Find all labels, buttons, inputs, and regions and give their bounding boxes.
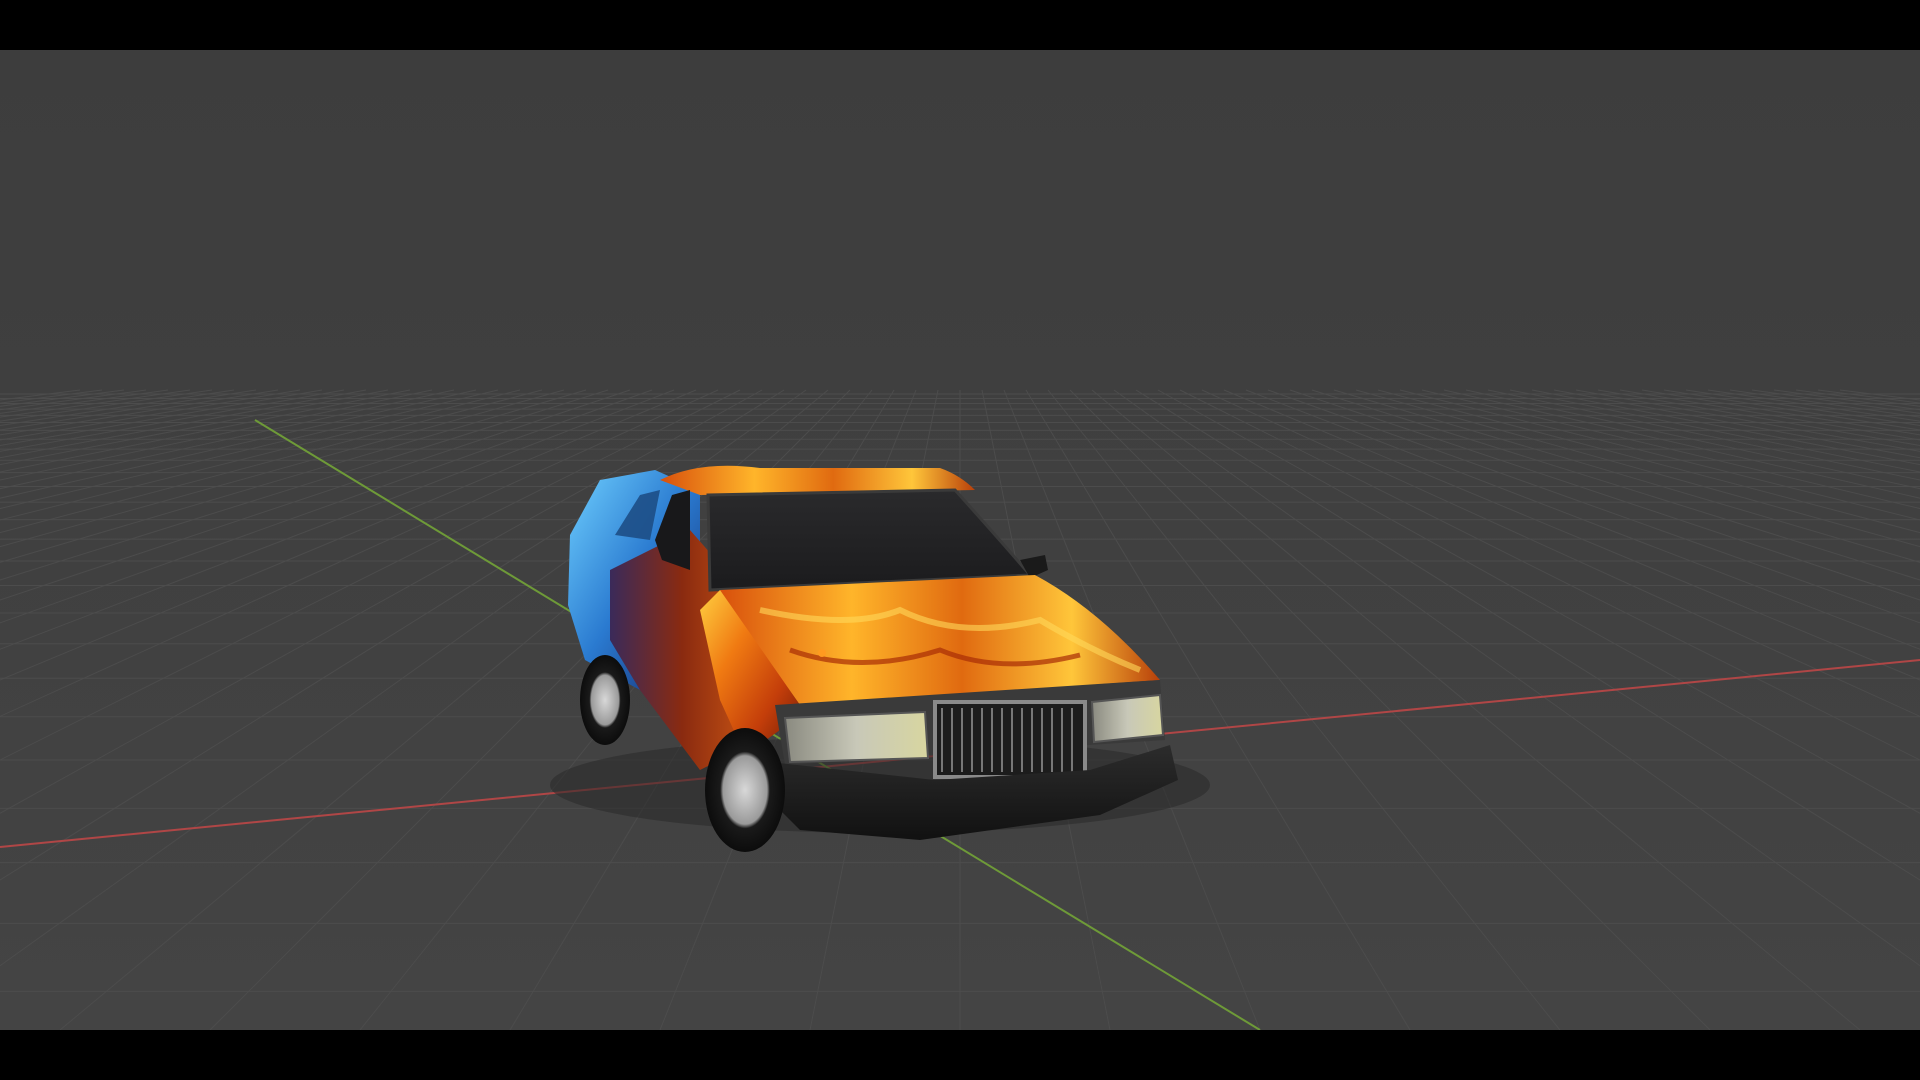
car-wheel-front (705, 728, 785, 852)
car-headlight-right (1090, 693, 1165, 744)
car-wheel-rear (580, 655, 630, 745)
car-headlight-left (783, 710, 930, 764)
viewport-canvas (0, 50, 1920, 1030)
3d-viewport[interactable] (0, 50, 1920, 1030)
letterbox-bottom (0, 1030, 1920, 1080)
origin-point-marker (818, 649, 826, 657)
letterbox-top (0, 0, 1920, 50)
